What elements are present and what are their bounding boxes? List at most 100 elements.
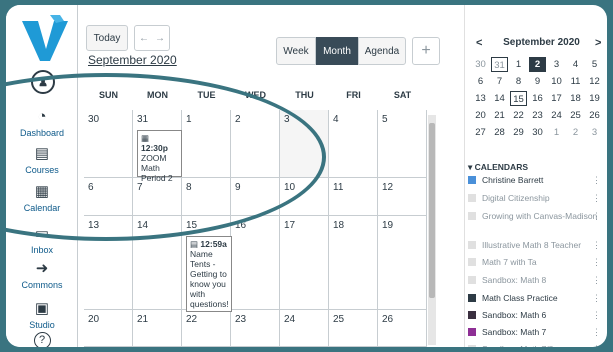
mini-day[interactable]: 19 [586,91,603,106]
prev-arrow-icon[interactable]: ← [139,33,149,44]
day-cell[interactable]: 18 [329,216,378,310]
day-cell[interactable]: 25 [329,310,378,347]
calendar-item[interactable]: Math Class Practice ⋮ [468,291,607,305]
more-options-icon[interactable]: ⋮ [592,257,601,268]
calendar-color-swatch[interactable] [468,241,476,249]
mini-day[interactable]: 8 [510,74,527,89]
calendar-color-swatch[interactable] [468,294,476,302]
mini-day[interactable]: 5 [586,57,603,72]
calendar-item[interactable]: Illustrative Math 8 Teacher ⋮ [468,238,607,252]
more-options-icon[interactable]: ⋮ [592,211,601,222]
nav-commons[interactable]: ➜ Commons [6,260,78,290]
more-options-icon[interactable]: ⋮ [592,310,601,321]
day-cell[interactable]: 11 [329,178,378,216]
calendar-item[interactable]: Sandbox: Math 7/8 ⋮ [468,342,607,347]
tab-week[interactable]: Week [276,37,316,65]
today-button[interactable]: Today [86,25,128,51]
calendar-color-swatch[interactable] [468,194,476,202]
tab-month[interactable]: Month [316,37,358,65]
dow-header: FRI [346,90,361,100]
calendar-color-swatch[interactable] [468,276,476,284]
mini-day[interactable]: 29 [510,125,527,140]
calendar-event[interactable]: ▤ 12:59a Name Tents - Getting to know yo… [186,236,232,312]
nav-studio[interactable]: ▣ Studio [6,300,78,330]
add-event-button[interactable]: + [412,37,440,65]
mini-day[interactable]: 12 [586,74,603,89]
calendar-color-swatch[interactable] [468,176,476,184]
next-arrow-icon[interactable]: → [155,33,165,44]
day-cell[interactable]: 5 [378,110,427,178]
more-options-icon[interactable]: ⋮ [592,193,601,204]
calendar-color-swatch[interactable] [468,328,476,336]
calendar-color-swatch[interactable] [468,345,476,347]
calendar-item[interactable]: Christine Barrett ⋮ [468,173,607,187]
mini-day[interactable]: 27 [472,125,489,140]
mini-day[interactable]: 21 [491,108,508,123]
mini-day[interactable]: 28 [491,125,508,140]
day-cell[interactable]: 17 [280,216,329,310]
tab-agenda[interactable]: Agenda [358,37,406,65]
mini-day[interactable]: 2 [567,125,584,140]
mini-day[interactable]: 23 [529,108,546,123]
day-cell[interactable]: 22 [182,310,231,347]
calendar-item[interactable]: Sandbox: Math 6 ⋮ [468,308,607,322]
day-cell[interactable]: 26 [378,310,427,347]
mini-day[interactable]: 22 [510,108,527,123]
mini-day[interactable]: 31 [491,57,508,72]
month-title[interactable]: September 2020 [88,53,177,67]
mini-day[interactable]: 13 [472,91,489,106]
mini-day[interactable]: 3 [548,57,565,72]
nav-help[interactable]: ? [6,332,78,347]
calendars-heading-label: CALENDARS [474,162,529,172]
mini-day[interactable]: 11 [567,74,584,89]
mini-day[interactable]: 6 [472,74,489,89]
more-options-icon[interactable]: ⋮ [592,344,601,348]
day-cell[interactable]: 21 [133,310,182,347]
more-options-icon[interactable]: ⋮ [592,175,601,186]
mini-day[interactable]: 7 [491,74,508,89]
day-cell[interactable]: 19 [378,216,427,310]
calendar-item[interactable]: Sandbox: Math 7 ⋮ [468,325,607,339]
day-cell[interactable]: 23 [231,310,280,347]
mini-day[interactable]: 1 [510,57,527,72]
calendar-item[interactable]: Growing with Canvas-Madison ⋮ [468,209,607,223]
day-cell[interactable]: 20 [84,310,133,347]
calendar-item[interactable]: Digital Citizenship ⋮ [468,191,607,205]
more-options-icon[interactable]: ⋮ [592,240,601,251]
more-options-icon[interactable]: ⋮ [592,275,601,286]
mini-day[interactable]: 2 [529,57,546,72]
mini-day[interactable]: 15 [510,91,527,106]
more-options-icon[interactable]: ⋮ [592,327,601,338]
mini-day[interactable]: 9 [529,74,546,89]
mini-day[interactable]: 14 [491,91,508,106]
mini-day[interactable]: 4 [567,57,584,72]
calendar-color-swatch[interactable] [468,311,476,319]
mini-day[interactable]: 10 [548,74,565,89]
mini-day[interactable]: 25 [567,108,584,123]
day-cell[interactable]: 4 [329,110,378,178]
calendars-heading[interactable]: ▾ CALENDARS [468,162,528,173]
mini-day[interactable]: 16 [529,91,546,106]
scrollbar-thumb[interactable] [429,123,435,298]
day-cell[interactable]: 12 [378,178,427,216]
calendar-item[interactable]: Math 7 with Ta ⋮ [468,255,607,269]
mini-day[interactable]: 18 [567,91,584,106]
grid-scrollbar[interactable] [428,115,436,345]
day-cell[interactable]: 24 [280,310,329,347]
mini-day[interactable]: 24 [548,108,565,123]
mini-day[interactable]: 1 [548,125,565,140]
mini-day[interactable]: 3 [586,125,603,140]
calendar-color-swatch[interactable] [468,258,476,266]
calendar-item[interactable]: Sandbox: Math 8 ⋮ [468,273,607,287]
day-number: 25 [333,314,345,325]
dow-header: THU [295,90,314,100]
mini-day[interactable]: 17 [548,91,565,106]
mini-day[interactable]: 30 [529,125,546,140]
calendar-color-swatch[interactable] [468,212,476,220]
mini-next-icon[interactable]: > [595,37,607,49]
mini-day[interactable]: 20 [472,108,489,123]
mini-day[interactable]: 26 [586,108,603,123]
day-cell[interactable]: 16 [231,216,280,310]
more-options-icon[interactable]: ⋮ [592,293,601,304]
mini-day[interactable]: 30 [472,57,489,72]
